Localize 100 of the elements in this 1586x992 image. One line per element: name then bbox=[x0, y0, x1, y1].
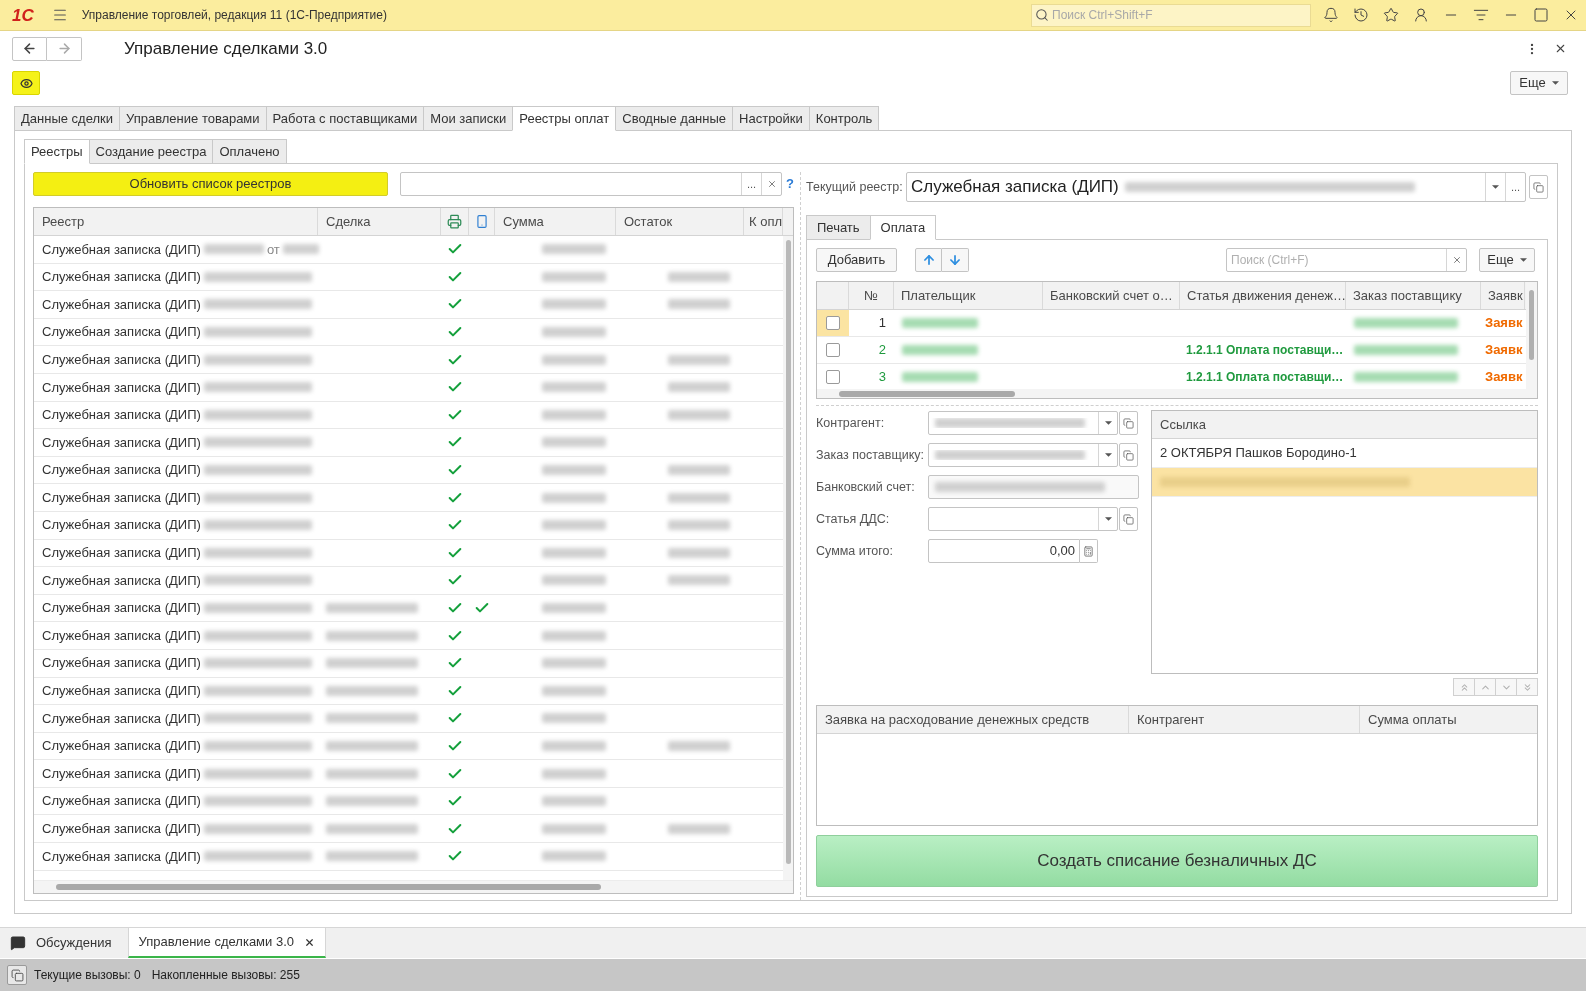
menu-icon[interactable] bbox=[51, 7, 68, 23]
input-field[interactable]: 0,00 bbox=[928, 539, 1080, 563]
list-item[interactable]: 2 ОКТЯБРЯ Пашков Бородино-1 bbox=[1160, 443, 1357, 463]
table-row[interactable]: Служебная записка (ДИП) bbox=[34, 484, 783, 512]
add-button[interactable]: Добавить bbox=[816, 248, 897, 272]
table-row[interactable]: Служебная записка (ДИП) bbox=[34, 511, 783, 540]
search-field[interactable]: Поиск (Ctrl+F) bbox=[1226, 248, 1467, 272]
checkbox[interactable] bbox=[826, 316, 840, 330]
input-field[interactable] bbox=[928, 475, 1139, 499]
table-row[interactable]: Служебная записка (ДИП) от bbox=[34, 236, 783, 264]
column-header[interactable]: К опл bbox=[749, 211, 782, 232]
taskbar-tab[interactable]: Управление сделками 3.0 bbox=[127, 928, 326, 958]
more-button[interactable]: Еще bbox=[1510, 71, 1568, 95]
table-row[interactable]: Служебная записка (ДИП) bbox=[34, 567, 783, 595]
back-button[interactable] bbox=[12, 36, 47, 61]
horizontal-scrollbar[interactable] bbox=[34, 880, 793, 893]
table-row[interactable]: Служебная записка (ДИП) bbox=[34, 649, 783, 678]
tab[interactable]: Данные сделки bbox=[14, 106, 120, 131]
taskbar-tab[interactable]: Обсуждения bbox=[0, 928, 128, 958]
tab[interactable]: Оплата bbox=[869, 215, 937, 240]
move-up-button[interactable] bbox=[915, 248, 942, 272]
bell-icon[interactable] bbox=[1323, 7, 1339, 23]
list-move-button[interactable] bbox=[1474, 678, 1496, 696]
close-icon[interactable] bbox=[1554, 42, 1567, 55]
table-row[interactable]: Служебная записка (ДИП) bbox=[34, 401, 783, 430]
column-header[interactable]: Ссылка bbox=[1160, 414, 1207, 435]
column-header[interactable]: Банковский счет о… bbox=[1050, 285, 1173, 306]
tab[interactable]: Контроль bbox=[808, 106, 880, 131]
column-header[interactable]: Сделка bbox=[326, 211, 371, 232]
table-row[interactable]: Служебная записка (ДИП) bbox=[34, 760, 783, 788]
table-row[interactable]: Служебная записка (ДИП) bbox=[34, 815, 783, 844]
select-field[interactable] bbox=[928, 411, 1118, 435]
create-button[interactable]: Создать списание безналичных ДС bbox=[816, 835, 1538, 887]
open-button[interactable] bbox=[1119, 411, 1138, 435]
column-header[interactable]: Контрагент bbox=[1137, 709, 1205, 730]
windows-icon[interactable] bbox=[7, 965, 27, 985]
column-header[interactable]: Статья движения денеж… bbox=[1187, 285, 1345, 306]
choose-button[interactable]: ... bbox=[1505, 173, 1525, 201]
tab[interactable]: Сводные данные bbox=[615, 106, 734, 131]
checkbox[interactable] bbox=[826, 343, 840, 357]
printer-icon[interactable] bbox=[447, 214, 462, 229]
table-row[interactable]: Служебная записка (ДИП) bbox=[34, 291, 783, 319]
table-row[interactable]: Служебная записка (ДИП) bbox=[34, 787, 783, 816]
more-button[interactable]: Еще bbox=[1479, 248, 1535, 272]
open-button[interactable] bbox=[1119, 443, 1138, 467]
list-move-button[interactable] bbox=[1495, 678, 1517, 696]
table-row[interactable]: Служебная записка (ДИП) bbox=[34, 346, 783, 374]
table-row[interactable]: Служебная записка (ДИП) bbox=[34, 622, 783, 650]
column-header[interactable]: Остаток bbox=[624, 211, 673, 232]
column-header[interactable]: № bbox=[864, 285, 878, 306]
table-row[interactable]: Служебная записка (ДИП) bbox=[34, 456, 783, 485]
table-row[interactable]: Служебная записка (ДИП) bbox=[34, 705, 783, 733]
list-move-button[interactable] bbox=[1516, 678, 1538, 696]
vertical-scrollbar[interactable] bbox=[783, 236, 793, 880]
close-icon[interactable] bbox=[304, 936, 315, 948]
maximize-icon[interactable] bbox=[1533, 7, 1549, 23]
vertical-scrollbar[interactable] bbox=[1526, 282, 1537, 389]
table-row[interactable]: Служебная записка (ДИП) bbox=[34, 843, 783, 871]
tab[interactable]: Работа с поставщиками bbox=[265, 106, 425, 131]
choose-button[interactable]: ... bbox=[741, 173, 761, 195]
phone-icon[interactable] bbox=[474, 214, 489, 229]
eye-button[interactable] bbox=[12, 71, 40, 95]
horizontal-scrollbar[interactable] bbox=[817, 389, 1537, 398]
tab[interactable]: Создание реестра bbox=[88, 139, 214, 164]
table-row[interactable]: Служебная записка (ДИП) bbox=[34, 373, 783, 402]
table-row[interactable]: Служебная записка (ДИП) bbox=[34, 732, 783, 761]
select-field[interactable]: Служебная записка (ДИП) ... bbox=[906, 172, 1526, 202]
star-icon[interactable] bbox=[1383, 7, 1399, 23]
tab[interactable]: Реестры bbox=[24, 139, 90, 164]
logo[interactable]: 1С bbox=[12, 6, 34, 24]
tab[interactable]: Печать bbox=[806, 215, 871, 240]
select-field[interactable] bbox=[928, 443, 1118, 467]
history-icon[interactable] bbox=[1353, 7, 1369, 23]
column-header[interactable]: Заявка на расходование денежных средств bbox=[825, 709, 1090, 730]
table-row[interactable]: Служебная записка (ДИП) bbox=[34, 263, 783, 292]
open-button[interactable] bbox=[1529, 175, 1548, 199]
tab[interactable]: Мои записки bbox=[423, 106, 514, 131]
filter-field[interactable]: ... bbox=[400, 172, 782, 196]
column-header[interactable]: Заявк bbox=[1488, 285, 1523, 306]
open-button[interactable] bbox=[1119, 507, 1138, 531]
table-row[interactable]: Служебная записка (ДИП) bbox=[34, 429, 783, 457]
calculator-button[interactable] bbox=[1080, 539, 1098, 563]
tab[interactable]: Реестры оплат bbox=[512, 106, 617, 131]
table-row[interactable]: Служебная записка (ДИП) bbox=[34, 677, 783, 706]
column-header[interactable]: Сумма bbox=[503, 211, 544, 232]
column-header[interactable]: Реестр bbox=[42, 211, 85, 232]
tab[interactable]: Управление товарами bbox=[119, 106, 267, 131]
move-down-button[interactable] bbox=[942, 248, 969, 272]
refresh-button[interactable]: Обновить список реестров bbox=[33, 172, 388, 196]
column-header[interactable]: Плательщик bbox=[901, 285, 976, 306]
search-field[interactable]: Поиск Ctrl+Shift+F bbox=[1031, 3, 1311, 27]
selected-cell[interactable] bbox=[817, 310, 849, 336]
table-row[interactable]: Служебная записка (ДИП) bbox=[34, 594, 783, 623]
tab[interactable]: Настройки bbox=[732, 106, 810, 131]
tab[interactable]: Оплачено bbox=[212, 139, 287, 164]
table-row[interactable]: Служебная записка (ДИП) bbox=[34, 539, 783, 568]
column-header[interactable]: Заказ поставщику bbox=[1353, 285, 1462, 306]
table-row[interactable]: Служебная записка (ДИП) bbox=[34, 318, 783, 347]
lines-icon[interactable] bbox=[1473, 7, 1489, 23]
column-header[interactable]: Сумма оплаты bbox=[1368, 709, 1457, 730]
